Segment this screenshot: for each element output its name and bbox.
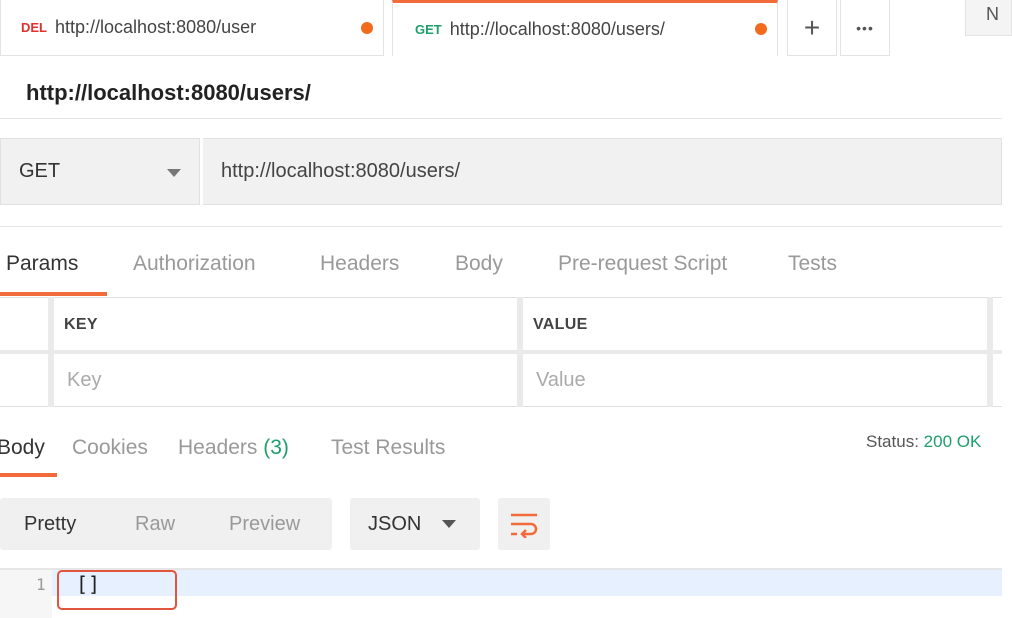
- status-badge: 200 OK: [923, 432, 982, 451]
- plus-icon: +: [803, 11, 821, 43]
- tab-authorization[interactable]: Authorization: [133, 252, 256, 276]
- status-label: Status:: [866, 432, 919, 451]
- param-value-input[interactable]: Value: [536, 369, 586, 392]
- url-input-value: http://localhost:8080/users/: [221, 160, 461, 182]
- method-select[interactable]: GET: [0, 138, 200, 205]
- response-status: Status: 200 OK: [866, 432, 981, 452]
- table-header-key: KEY: [64, 316, 98, 333]
- tab-method-label: DEL: [21, 20, 47, 35]
- new-tab-button[interactable]: +: [787, 0, 837, 56]
- tab-response-headers[interactable]: Headers (3): [178, 436, 289, 460]
- line-number: 1: [36, 575, 46, 594]
- tab-url-label: http://localhost:8080/users/: [449, 19, 665, 39]
- wrap-lines-icon: [511, 513, 538, 538]
- format-type-select[interactable]: JSON: [350, 498, 480, 550]
- table-row-divider: [0, 350, 1002, 354]
- more-icon: •••: [856, 19, 874, 36]
- tab-headers[interactable]: Headers: [320, 252, 399, 276]
- tab-pre-request-script[interactable]: Pre-request Script: [558, 252, 727, 276]
- divider: [0, 118, 1002, 119]
- request-title[interactable]: http://localhost:8080/users/: [26, 80, 311, 106]
- request-tab-bar: DEL http://localhost:8080/user GET http:…: [0, 0, 1012, 58]
- tab-response-headers-label: Headers: [178, 436, 258, 459]
- format-raw-button[interactable]: Raw: [135, 513, 175, 536]
- divider: [0, 226, 1002, 227]
- tab-response-body[interactable]: Body: [0, 436, 45, 460]
- active-tab-indicator: [0, 473, 57, 477]
- tab-del-user[interactable]: DEL http://localhost:8080/user: [0, 0, 384, 56]
- tab-test-results[interactable]: Test Results: [331, 436, 445, 460]
- more-tabs-button[interactable]: •••: [840, 0, 890, 56]
- format-type-value: JSON: [368, 513, 422, 535]
- active-tab-indicator: [0, 292, 107, 296]
- unsaved-dot-icon: [361, 22, 373, 34]
- environment-label: N: [986, 4, 999, 24]
- active-line-highlight: [52, 570, 1002, 596]
- format-preview-button[interactable]: Preview: [229, 513, 300, 536]
- tab-params[interactable]: Params: [6, 252, 78, 276]
- chevron-down-icon: [167, 169, 181, 177]
- annotation-highlight-box: [57, 570, 177, 610]
- method-select-value: GET: [19, 160, 61, 182]
- tab-get-users[interactable]: GET http://localhost:8080/users/: [392, 0, 778, 56]
- format-pretty-button[interactable]: Pretty: [24, 513, 76, 536]
- param-key-input[interactable]: Key: [67, 369, 101, 392]
- table-header-value: VALUE: [533, 316, 588, 333]
- tab-method-label: GET: [415, 22, 442, 37]
- unsaved-dot-icon: [755, 23, 767, 35]
- wrap-lines-button[interactable]: [498, 498, 550, 550]
- tab-response-cookies[interactable]: Cookies: [72, 436, 148, 460]
- url-input[interactable]: http://localhost:8080/users/: [203, 138, 1002, 205]
- tab-url-label: http://localhost:8080/user: [55, 17, 257, 37]
- tab-body[interactable]: Body: [455, 252, 503, 276]
- headers-count-badge: (3): [263, 436, 289, 459]
- tab-tests[interactable]: Tests: [788, 252, 837, 276]
- environment-selector[interactable]: N: [965, 0, 1012, 36]
- chevron-down-icon: [442, 520, 456, 528]
